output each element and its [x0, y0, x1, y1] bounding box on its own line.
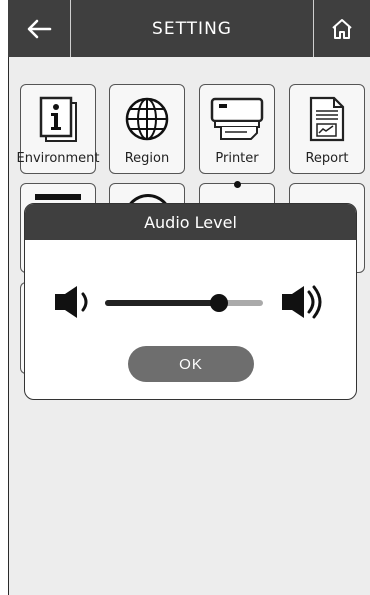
partial-icon	[234, 181, 241, 188]
tile-label: Region	[124, 151, 170, 166]
tile-label: Report	[305, 151, 349, 166]
speaker-high-icon	[282, 285, 322, 319]
back-button[interactable]	[8, 0, 70, 57]
volume-slider[interactable]	[105, 294, 263, 312]
tile-environment[interactable]: Environment	[17, 84, 100, 174]
printer-icon	[207, 93, 267, 145]
ok-button[interactable]: OK	[128, 346, 254, 382]
tile-report[interactable]: Report	[289, 84, 365, 174]
report-icon	[297, 93, 357, 145]
page-title: SETTING	[152, 18, 232, 39]
volume-thumb[interactable]	[209, 294, 228, 312]
tile-printer[interactable]: Printer	[199, 84, 275, 174]
info-icon	[28, 93, 88, 145]
audio-slider-row	[25, 282, 356, 322]
globe-icon	[117, 93, 177, 145]
partial-icon	[35, 194, 81, 200]
home-icon	[332, 18, 352, 39]
speaker-low-icon	[55, 286, 88, 318]
volume-fill	[105, 300, 219, 306]
dialog-title: Audio Level	[25, 204, 356, 240]
tile-label: Environment	[16, 151, 100, 166]
home-button[interactable]	[314, 0, 370, 57]
tile-label: Printer	[215, 151, 259, 166]
arrow-left-icon	[27, 19, 52, 38]
app-header: SETTING	[8, 0, 370, 57]
audio-level-dialog: Audio Level OK	[24, 203, 357, 400]
tile-region[interactable]: Region	[109, 84, 185, 174]
